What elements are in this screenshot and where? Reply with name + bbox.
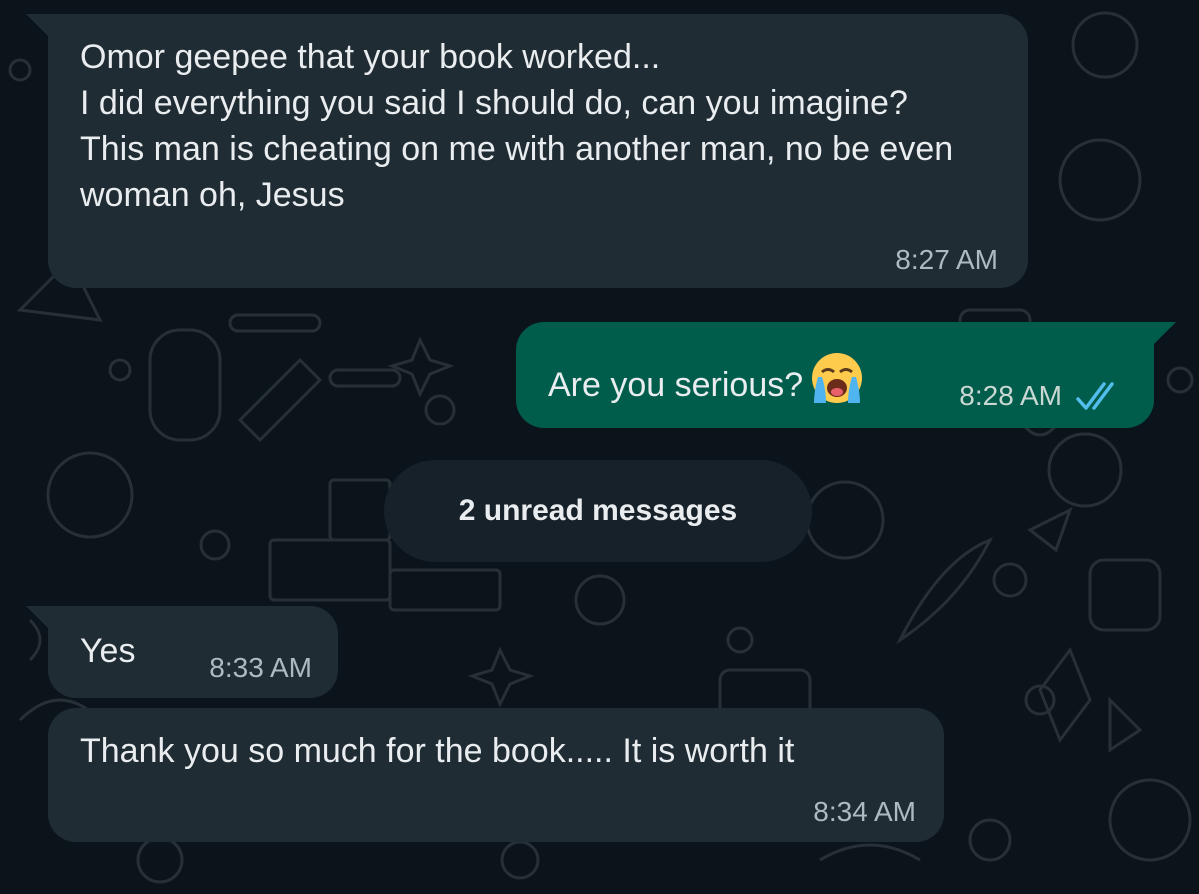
message-timestamp: 8:28 AM [959,380,1062,411]
message-text: Omor geepee that your book worked... I d… [80,38,954,214]
message-text: Thank you so much for the book..... It i… [80,732,795,770]
message-bubble-outgoing[interactable]: Are you serious? 8:28 AM [516,322,1154,428]
chat-view[interactable]: Omor geepee that your book worked... I d… [0,0,1199,894]
message-bubble-incoming[interactable]: Omor geepee that your book worked... I d… [48,14,1028,288]
unread-messages-divider: 2 unread messages [384,460,812,562]
message-timestamp: 8:33 AM [209,652,312,683]
message-text-row: Are you serious? [548,350,928,418]
message-timestamp: 8:27 AM [895,244,998,275]
message-timestamp: 8:34 AM [813,796,916,827]
double-check-read-icon [1076,382,1114,410]
message-bubble-incoming[interactable]: Thank you so much for the book..... It i… [48,708,944,842]
loudly-crying-face-emoji [809,350,865,418]
message-bubble-incoming[interactable]: Yes 8:33 AM [48,606,338,698]
message-text: Yes [80,632,136,670]
message-text: Are you serious? [548,366,804,404]
